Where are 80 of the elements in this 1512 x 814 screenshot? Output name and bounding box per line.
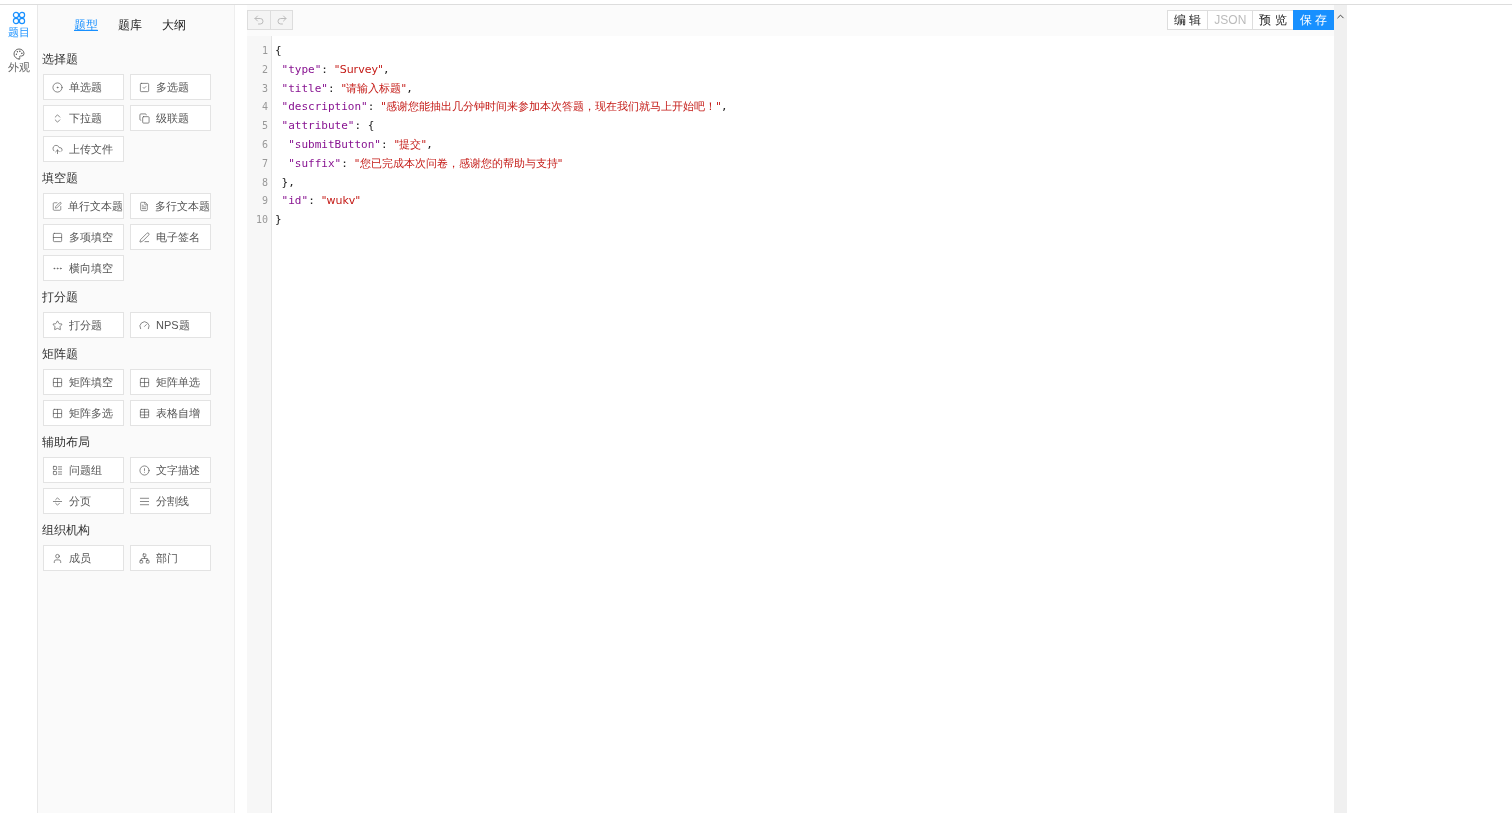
question-type-button[interactable]: NPS题 [130, 312, 211, 338]
user-icon [52, 552, 63, 564]
question-type-button[interactable]: 横向填空 [43, 255, 124, 281]
group-title: 组织机构 [41, 522, 91, 539]
copy-icon [139, 112, 150, 124]
question-type-button[interactable]: 下拉题 [43, 105, 124, 131]
checkbox-icon [139, 81, 150, 93]
toolbar-button[interactable]: 预 览 [1252, 10, 1294, 30]
grid-icon [139, 376, 150, 388]
gauge-icon [139, 319, 150, 331]
question-type-button[interactable]: 矩阵填空 [43, 369, 124, 395]
group-title: 矩阵题 [41, 346, 79, 363]
code-line: "attribute": { [280, 118, 376, 135]
group-title: 辅助布局 [41, 434, 91, 451]
grid-icon [52, 407, 63, 419]
question-type-button[interactable]: 多选题 [130, 74, 211, 100]
line-number: 2 [260, 62, 269, 77]
palette-icon [12, 48, 25, 60]
rail-item[interactable]: 外观 [7, 48, 30, 75]
document-icon [139, 200, 149, 212]
toolbar-button[interactable]: 编 辑 [1166, 10, 1209, 30]
question-type-button[interactable]: 单行文本题 [43, 193, 124, 219]
line-number: 10 [254, 213, 269, 228]
line-number: 7 [260, 156, 269, 171]
line-number: 9 [260, 194, 269, 209]
question-type-button[interactable]: 成员 [43, 545, 124, 571]
question-type-button[interactable]: 问题组 [43, 457, 124, 483]
lines-icon [139, 495, 150, 507]
question-type-button[interactable]: 矩阵多选 [43, 400, 124, 426]
line-number: 5 [260, 119, 269, 134]
rows-icon [52, 231, 63, 243]
question-type-button[interactable]: 电子签名 [130, 224, 211, 250]
question-type-button[interactable]: 级联题 [130, 105, 211, 131]
question-type-button[interactable]: 单选题 [43, 74, 124, 100]
tab[interactable]: 大纲 [154, 13, 194, 38]
code-line: { [275, 43, 283, 59]
question-type-button[interactable]: 多行文本题 [130, 193, 211, 219]
undo-button[interactable] [248, 11, 270, 29]
radio-icon [52, 81, 63, 93]
question-type-button[interactable]: 打分题 [43, 312, 124, 338]
question-type-button[interactable]: 多项填空 [43, 224, 124, 250]
alert-icon [139, 464, 150, 476]
star-icon [52, 319, 63, 331]
group-title: 填空题 [41, 170, 79, 187]
tab[interactable]: 题库 [110, 13, 150, 38]
split-icon [52, 495, 63, 507]
code-line: "title": "请输入标题", [280, 80, 414, 97]
line-number: 4 [260, 100, 269, 115]
code-line: }, [280, 174, 296, 191]
code-line: } [275, 212, 283, 229]
undo-icon [253, 14, 265, 26]
edit-icon [52, 200, 62, 212]
question-type-button[interactable]: 表格自增 [130, 400, 211, 426]
question-type-button[interactable]: 上传文件 [43, 136, 124, 162]
org-icon [139, 552, 150, 564]
code-line: "id": "wukv" [280, 193, 362, 210]
line-number: 6 [260, 138, 269, 152]
code-line: "description": "感谢您能抽出几分钟时间来参加本次答题，现在我们就马上开始吧！", [280, 99, 729, 116]
grid-icon [52, 376, 63, 388]
pen-icon [139, 231, 150, 243]
question-type-button[interactable]: 矩阵单选 [130, 369, 211, 395]
group-title: 打分题 [41, 289, 79, 306]
question-type-button[interactable]: 部门 [130, 545, 211, 571]
table-icon [139, 407, 150, 419]
redo-button[interactable] [270, 11, 292, 29]
code-line: "type": "Survey", [280, 61, 391, 78]
question-type-button[interactable]: 分页 [43, 488, 124, 514]
line-number: 8 [260, 175, 269, 190]
circles-icon [11, 11, 26, 25]
list-icon [52, 464, 63, 476]
upload-icon [52, 143, 63, 155]
question-type-button[interactable]: 文字描述 [130, 457, 211, 483]
code-line: "suffix": "您已完成本次问卷，感谢您的帮助与支持" [287, 155, 564, 172]
line-number: 1 [260, 44, 269, 58]
line-number: 3 [260, 81, 269, 96]
group-title: 选择题 [41, 51, 79, 68]
code-line: "submitButton": "提交", [287, 137, 434, 153]
redo-icon [275, 14, 288, 26]
question-type-button[interactable]: 分割线 [130, 488, 211, 514]
up-down-icon [52, 112, 63, 124]
